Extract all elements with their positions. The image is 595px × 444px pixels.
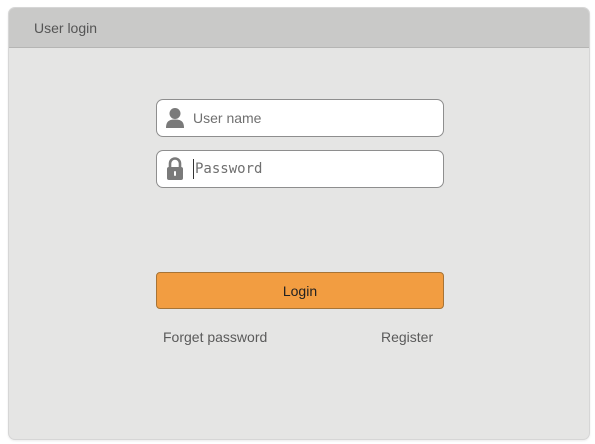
- password-input[interactable]: [195, 151, 443, 187]
- title-bar: User login: [9, 8, 589, 48]
- password-field[interactable]: [156, 150, 444, 188]
- window-title: User login: [34, 19, 98, 36]
- login-button[interactable]: Login: [156, 272, 444, 309]
- register-link[interactable]: Register: [381, 329, 433, 345]
- login-window: User login Login Forget password Registe…: [8, 7, 590, 440]
- text-caret: [193, 159, 194, 179]
- forget-password-link[interactable]: Forget password: [163, 329, 267, 345]
- username-input[interactable]: [193, 100, 443, 136]
- user-icon: [157, 100, 193, 136]
- username-field[interactable]: [156, 99, 444, 137]
- lock-icon: [157, 151, 193, 187]
